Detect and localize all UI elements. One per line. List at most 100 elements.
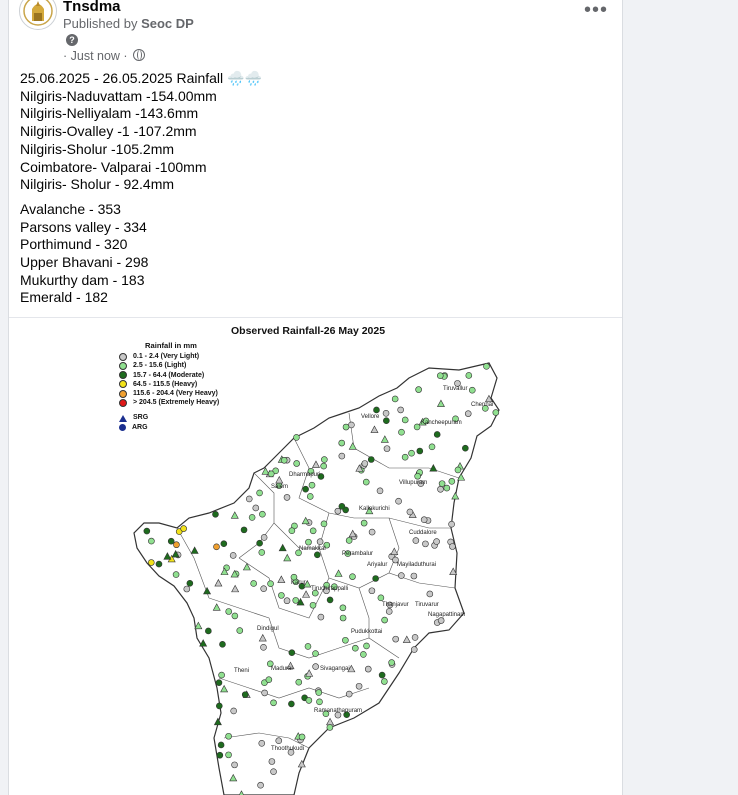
arg-station-marker — [433, 431, 441, 438]
place-label: Kancheepuram — [421, 420, 462, 426]
place-label: Tiruvarur — [415, 602, 439, 608]
post-line: Nilgiris-Sholur -105.2mm — [20, 140, 175, 157]
timestamp[interactable]: · Just now · — [63, 49, 128, 63]
arg-station-marker — [288, 700, 295, 708]
arg-station-marker — [231, 761, 238, 769]
arg-station-marker — [360, 519, 368, 527]
place-label: Sivagangai — [320, 666, 350, 672]
post-line: Porthimund - 320 — [20, 236, 128, 253]
post-meta: · Just now · — [63, 49, 146, 63]
arg-station-marker — [339, 604, 347, 612]
arg-station-marker — [448, 520, 455, 528]
arg-station-marker — [280, 456, 288, 464]
post-line: Mukurthy dam - 183 — [20, 271, 145, 288]
page-avatar[interactable] — [19, 0, 57, 30]
post-line: Upper Bhavani - 298 — [20, 254, 149, 271]
legend-label: SRG — [133, 414, 149, 422]
arg-station-marker — [258, 549, 266, 556]
arg-station-marker — [260, 644, 267, 651]
post-image-rainfall-map[interactable]: Tiruvallur Chennai Vellore Kancheepuram … — [9, 318, 622, 795]
tamil-nadu-map: Tiruvallur Chennai Vellore Kancheepuram … — [133, 362, 500, 795]
publisher-name[interactable]: Seoc DP — [141, 16, 194, 31]
arg-station-marker — [448, 478, 456, 485]
arg-station-marker — [401, 416, 409, 424]
arg-station-marker — [385, 608, 393, 615]
place-label: Tiruchirappalli — [311, 586, 348, 592]
arg-station-marker — [437, 617, 445, 624]
page-name[interactable]: Tnsdma — [63, 0, 121, 15]
post-line: Avalanche - 353 — [20, 200, 121, 217]
legend-swatch — [119, 371, 127, 380]
map-title: Observed Rainfall-26 May 2025 — [231, 325, 386, 337]
arg-station-marker — [213, 543, 220, 551]
arg-station-marker — [462, 444, 469, 452]
post-line: Nilgiris-Naduvattam -154.00mm — [20, 87, 217, 104]
arg-station-marker — [315, 689, 323, 696]
arg-station-marker — [410, 646, 418, 653]
arg-station-marker — [426, 590, 434, 598]
place-label: Tiruvallur — [443, 386, 467, 392]
arg-station-marker — [436, 372, 444, 379]
arg-station-marker — [377, 594, 385, 602]
arg-station-marker — [215, 679, 223, 686]
legend-swatch — [119, 352, 127, 361]
arg-station-marker — [362, 478, 370, 486]
legend-item: 115.6 - 204.4 (Very Heavy) — [119, 389, 219, 398]
arg-station-marker — [349, 573, 356, 580]
legend-label: 0.1 - 2.4 (Very Light) — [133, 353, 200, 361]
place-label: Cuddalore — [409, 530, 437, 536]
arg-station-marker — [338, 439, 346, 447]
arg-station-marker — [167, 537, 175, 545]
circle-icon — [119, 423, 126, 431]
place-label: Karur — [291, 580, 306, 586]
more-options-icon[interactable]: ••• — [584, 0, 607, 20]
place-label: Ramanathapuram — [314, 708, 362, 714]
arg-station-marker — [298, 733, 306, 741]
legend-swatch — [119, 398, 127, 407]
published-by: Published by Seoc DP — [63, 16, 194, 31]
place-label: Chennai — [471, 402, 493, 408]
place-label: Salem — [271, 484, 288, 490]
legend-item: 0.1 - 2.4 (Very Light) — [119, 352, 219, 361]
arg-station-marker — [225, 608, 233, 615]
place-label: Villupuram — [399, 480, 427, 486]
arg-station-marker — [183, 585, 191, 593]
arg-station-marker — [147, 559, 155, 566]
arg-station-marker — [401, 453, 409, 461]
place-label: Ariyalur — [367, 562, 387, 568]
legend-label: 2.5 - 15.6 (Light) — [133, 362, 187, 370]
arg-station-marker — [449, 543, 456, 550]
emblem-logo-icon — [21, 0, 55, 28]
arg-station-marker — [256, 489, 263, 497]
arg-station-marker — [215, 702, 223, 710]
arg-station-marker — [148, 537, 155, 545]
arg-station-marker — [338, 503, 346, 510]
post-text: 25.06.2025 - 26.05.2025 Rainfall 🌧️🌧️ Ni… — [20, 70, 600, 307]
arg-station-marker — [220, 540, 228, 548]
arg-station-marker — [381, 616, 388, 624]
triangle-icon — [119, 414, 127, 422]
arg-station-marker — [367, 456, 375, 463]
globe-icon[interactable] — [133, 49, 146, 61]
arg-station-marker — [267, 580, 274, 588]
legend-title: Rainfall in mm — [145, 341, 197, 350]
arg-station-marker — [368, 587, 376, 595]
arg-station-marker — [376, 487, 384, 495]
legend-label: ARG — [132, 423, 148, 431]
arg-station-marker — [483, 363, 490, 370]
arg-station-marker — [428, 443, 436, 451]
arg-station-marker — [465, 372, 473, 379]
arg-station-marker — [414, 472, 421, 480]
info-icon[interactable]: ? — [66, 34, 78, 46]
arg-station-marker — [443, 484, 451, 492]
arg-station-marker — [309, 527, 317, 535]
place-label: Vellore — [361, 414, 380, 420]
legend-item: 15.7 - 64.4 (Moderate) — [119, 371, 219, 380]
arg-station-marker — [275, 737, 283, 745]
legend-swatch — [119, 380, 127, 389]
arg-station-marker — [411, 634, 419, 641]
arg-station-marker — [295, 678, 303, 686]
arg-station-marker — [309, 601, 317, 609]
legend-item: 2.5 - 15.6 (Light) — [119, 361, 219, 370]
published-by-prefix: Published by — [63, 16, 142, 31]
